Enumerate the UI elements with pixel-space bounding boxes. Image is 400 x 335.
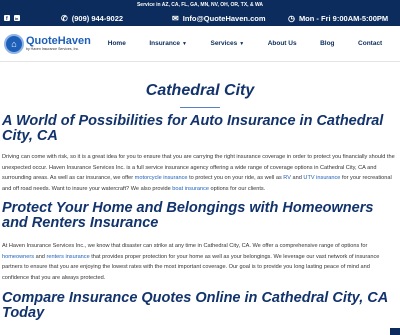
motorcycle-insurance-link[interactable]: motorcycle insurance (135, 175, 188, 181)
email-address[interactable]: Info@QuoteHaven.com (183, 14, 266, 23)
svg-text:in: in (15, 16, 19, 21)
email-contact[interactable]: ✉ Info@QuoteHaven.com (172, 14, 288, 23)
phone-number[interactable]: (909) 944-9022 (72, 14, 123, 23)
phone-contact[interactable]: ✆ (909) 944-9022 (61, 14, 172, 23)
house-logo-icon: ⌂ (4, 33, 24, 54)
chevron-down-icon: ▼ (239, 40, 245, 47)
nav-insurance-label: Insurance (149, 40, 181, 47)
nav-insurance[interactable]: Insurance ▼ (149, 40, 187, 47)
clock-icon: ◷ (287, 13, 295, 23)
main-navigation: ⌂ QuoteHaven by Haven Insurance Services… (0, 26, 400, 62)
nav-contact-label: Contact (358, 40, 383, 47)
home-insurance-heading: Protect Your Home and Belongings with Ho… (2, 200, 374, 231)
text-span: to protect you on your ride, as well as (187, 175, 284, 181)
logo-name: QuoteHaven (26, 34, 91, 47)
text-span: options for our clients. (209, 185, 266, 192)
nav-menu: Home Insurance ▼ Services ▼ About Us Blog … (96, 40, 400, 47)
rv-link[interactable]: RV (283, 175, 291, 181)
nav-services-label: Services (210, 40, 238, 47)
linkedin-icon[interactable]: in (14, 15, 20, 21)
compare-quotes-heading: Compare Insurance Quotes Online in Cathe… (2, 290, 388, 321)
boat-insurance-link[interactable]: boat insurance (172, 186, 209, 192)
title-divider (180, 107, 220, 108)
nav-home[interactable]: Home (108, 40, 126, 47)
phone-icon: ✆ (61, 13, 68, 23)
page-title: Cathedral City (145, 82, 255, 99)
scroll-to-top-button[interactable] (390, 328, 400, 335)
nav-services[interactable]: Services ▼ (210, 40, 244, 47)
auto-insurance-heading: A World of Possibilities for Auto Insura… (2, 113, 384, 144)
auto-insurance-paragraph: Driving can come with risk, so it is a g… (2, 152, 398, 194)
text-span: At Haven Insurance Services Inc., we kno… (2, 243, 368, 249)
nav-about[interactable]: About Us (268, 40, 297, 47)
home-insurance-paragraph: At Haven Insurance Services Inc., we kno… (2, 241, 398, 283)
social-links: f in (4, 15, 57, 21)
text-span: and (34, 253, 47, 260)
renters-insurance-link[interactable]: renters insurance (46, 254, 89, 260)
service-area-bar: Service in AZ, CA, FL, GA, MN, NV, OH, O… (0, 0, 400, 10)
homeowners-link[interactable]: homeowners (2, 254, 34, 260)
envelope-icon: ✉ (172, 13, 179, 23)
nav-contact[interactable]: Contact (358, 40, 382, 47)
chevron-down-icon: ▼ (182, 40, 187, 47)
facebook-icon[interactable]: f (4, 15, 10, 21)
logo-tagline: by Haven Insurance Services, Inc. (26, 46, 80, 51)
nav-blog-label: Blog (320, 40, 335, 47)
nav-home-label: Home (107, 40, 126, 47)
contact-bar: f in ✆ (909) 944-9022 ✉ Info@QuoteHaven.… (0, 10, 400, 26)
business-hours: Mon - Fri 9:00AM-5:00PM (298, 13, 389, 23)
main-content: Cathedral City A World of Possibilities … (0, 82, 400, 321)
hours-contact: ◷ Mon - Fri 9:00AM-5:00PM (288, 14, 396, 23)
site-logo[interactable]: ⌂ QuoteHaven by Haven Insurance Services… (0, 33, 96, 54)
text-span: and (290, 175, 304, 181)
utv-insurance-link[interactable]: UTV insurance (303, 175, 340, 181)
nav-about-label: About Us (267, 40, 297, 47)
nav-blog[interactable]: Blog (320, 40, 334, 47)
